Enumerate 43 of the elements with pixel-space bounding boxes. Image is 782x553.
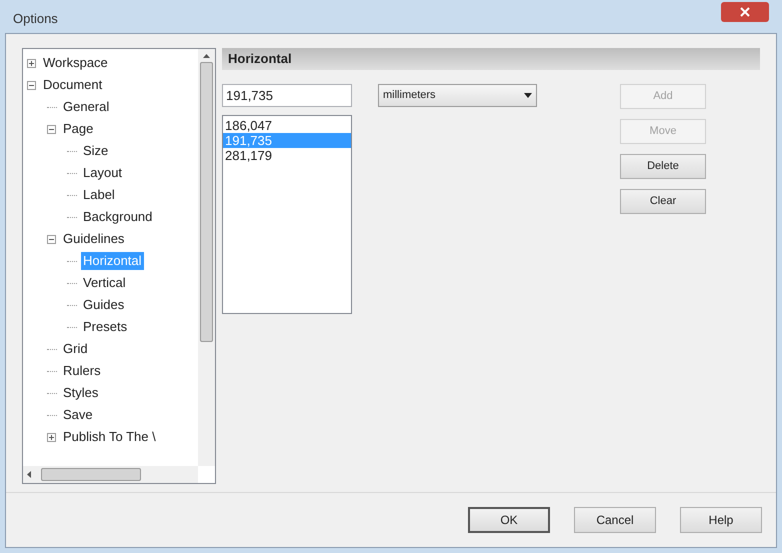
collapse-icon[interactable]	[47, 234, 56, 244]
tree-item[interactable]: Layout	[81, 164, 124, 182]
tree-item[interactable]: General	[61, 98, 112, 116]
close-icon	[740, 7, 750, 17]
tree-item[interactable]: Presets	[81, 318, 130, 336]
expand-icon[interactable]	[27, 58, 36, 68]
collapse-icon[interactable]	[47, 124, 56, 134]
tree-item[interactable]: Publish To The \	[61, 428, 158, 446]
tree-item[interactable]: Guidelines	[61, 230, 126, 248]
horizontal-scrollbar[interactable]	[23, 466, 198, 483]
list-item[interactable]: 281,179	[223, 148, 351, 163]
scroll-left-icon[interactable]	[27, 471, 31, 478]
dialog-button[interactable]: Help	[680, 507, 762, 533]
dialog-button[interactable]: Cancel	[574, 507, 656, 533]
tree-item[interactable]: Save	[61, 406, 95, 424]
panel-header: Horizontal	[222, 48, 760, 70]
tree-item[interactable]: Rulers	[61, 362, 103, 380]
tree-item[interactable]: Background	[81, 208, 154, 226]
collapse-icon[interactable]	[27, 80, 36, 90]
tree-item[interactable]: Document	[41, 76, 104, 94]
scroll-thumb[interactable]	[41, 468, 141, 481]
position-field[interactable]: 191,735	[222, 84, 352, 107]
action-button[interactable]: Delete	[620, 154, 706, 179]
dialog-button[interactable]: OK	[468, 507, 550, 533]
vertical-scrollbar[interactable]	[198, 49, 215, 466]
close-button[interactable]	[721, 2, 769, 22]
dropdown-arrow-icon	[524, 93, 532, 98]
unit-dropdown[interactable]: millimeters	[378, 84, 537, 107]
tree-item[interactable]: Label	[81, 186, 117, 204]
tree-item[interactable]: Styles	[61, 384, 100, 402]
window-title: Options	[13, 10, 58, 28]
tree-item[interactable]: Guides	[81, 296, 126, 314]
expand-icon[interactable]	[47, 432, 56, 442]
tree-item[interactable]: Page	[61, 120, 96, 138]
scroll-thumb[interactable]	[200, 62, 213, 342]
tree-item[interactable]: Grid	[61, 340, 90, 358]
positions-list[interactable]: 186,047 191,735 281,179	[222, 115, 352, 314]
tree-item[interactable]: Workspace	[41, 54, 110, 72]
action-button[interactable]: Clear	[620, 189, 706, 214]
tree-item[interactable]: Size	[81, 142, 110, 160]
list-item[interactable]: 186,047	[223, 118, 351, 133]
tree-item[interactable]: Vertical	[81, 274, 128, 292]
scroll-up-icon[interactable]	[203, 54, 210, 58]
